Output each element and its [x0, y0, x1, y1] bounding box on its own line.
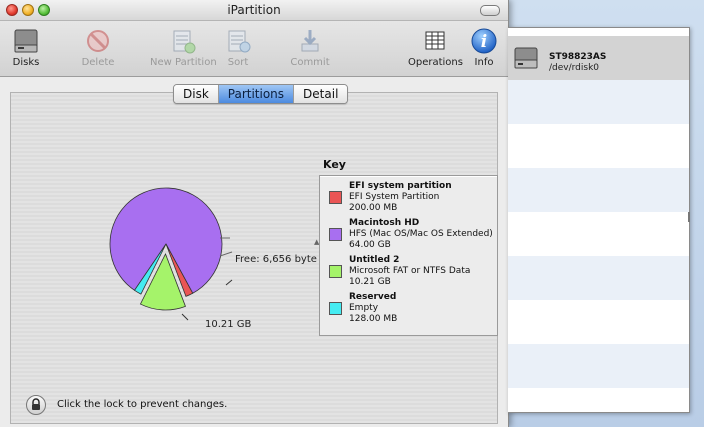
sort-button[interactable]: Sort	[224, 27, 252, 68]
disk-name: ST98823AS	[549, 52, 607, 62]
operations-button[interactable]: Operations	[408, 27, 463, 68]
list-item	[508, 124, 689, 168]
disk-path: /dev/rdisk0	[549, 63, 600, 73]
commit-icon	[296, 27, 324, 55]
tab-partitions[interactable]: Partitions	[218, 85, 295, 103]
title-bar[interactable]: iPartition	[0, 0, 508, 21]
key-title: Key	[323, 158, 346, 171]
operations-icon	[421, 27, 449, 55]
commit-button[interactable]: Commit	[288, 27, 332, 68]
disks-label: Disks	[12, 57, 40, 68]
info-button[interactable]: i Info	[470, 27, 498, 68]
key-item-name: EFI system partition	[349, 181, 452, 191]
disks-button[interactable]: Disks	[6, 27, 46, 68]
list-item	[508, 212, 689, 256]
toolbar: Disks Delete New Partition Sort Commit O…	[0, 21, 508, 77]
info-icon: i	[470, 27, 498, 55]
view-tabs: Disk Partitions Detail	[173, 84, 349, 104]
disk-list-drawer: ST98823AS /dev/rdisk0	[508, 27, 690, 413]
key-item-name: Untitled 2	[349, 255, 400, 265]
delete-label: Delete	[81, 57, 115, 68]
lock-message: Click the lock to prevent changes.	[57, 399, 228, 410]
untitled-edge-marker	[225, 279, 233, 286]
untitled-2-swatch	[329, 265, 342, 278]
list-item	[508, 168, 689, 212]
new-partition-icon	[169, 27, 197, 55]
info-label: Info	[474, 57, 494, 68]
window-title: iPartition	[227, 3, 281, 17]
key-item-type: Empty	[349, 303, 379, 313]
delete-icon	[84, 27, 112, 55]
size-leader-line	[181, 313, 189, 321]
toolbar-toggle-button[interactable]	[480, 5, 500, 16]
lock-button[interactable]	[26, 395, 46, 415]
hard-disk-icon	[514, 47, 538, 69]
list-item	[508, 80, 689, 124]
key-item-size: 64.00 GB	[349, 240, 391, 250]
lock-icon	[32, 398, 40, 410]
disk-list-item[interactable]: ST98823AS /dev/rdisk0	[508, 36, 689, 80]
partition-size-label: 10.21 GB	[205, 319, 252, 330]
reserved-swatch	[329, 302, 342, 315]
tab-detail[interactable]: Detail	[294, 85, 348, 103]
list-item	[508, 300, 689, 344]
svg-text:i: i	[481, 32, 487, 52]
new-partition-button[interactable]: New Partition	[150, 27, 217, 68]
key-item-name: Reserved	[349, 292, 397, 302]
list-item	[508, 344, 689, 388]
free-leader-line	[219, 251, 233, 257]
delete-button[interactable]: Delete	[74, 27, 122, 68]
sort-label: Sort	[227, 57, 249, 68]
operations-label: Operations	[408, 57, 463, 68]
tab-disk[interactable]: Disk	[174, 85, 219, 103]
key-item-name: Macintosh HD	[349, 218, 420, 228]
sort-icon	[224, 27, 252, 55]
commit-label: Commit	[290, 57, 330, 68]
key-item-size: 10.21 GB	[349, 277, 391, 287]
key-item-type: HFS (Mac OS/Mac OS Extended)	[349, 229, 493, 239]
main-window: iPartition Disks Delete New Partition So…	[0, 0, 509, 427]
key-item-size: 200.00 MB	[349, 203, 398, 213]
list-item	[508, 256, 689, 300]
hard-disk-icon	[12, 27, 40, 55]
efi-swatch	[329, 191, 342, 204]
key-legend: EFI system partition EFI System Partitio…	[319, 175, 498, 336]
macintosh-hd-swatch	[329, 228, 342, 241]
key-item-type: Microsoft FAT or NTFS Data	[349, 266, 471, 276]
key-item-type: EFI System Partition	[349, 192, 440, 202]
free-space-label: Free: 6,656 byte	[235, 254, 317, 265]
key-item-size: 128.00 MB	[349, 314, 398, 324]
drawer-resize-handle[interactable]	[688, 212, 690, 222]
new-partition-label: New Partition	[150, 57, 217, 68]
